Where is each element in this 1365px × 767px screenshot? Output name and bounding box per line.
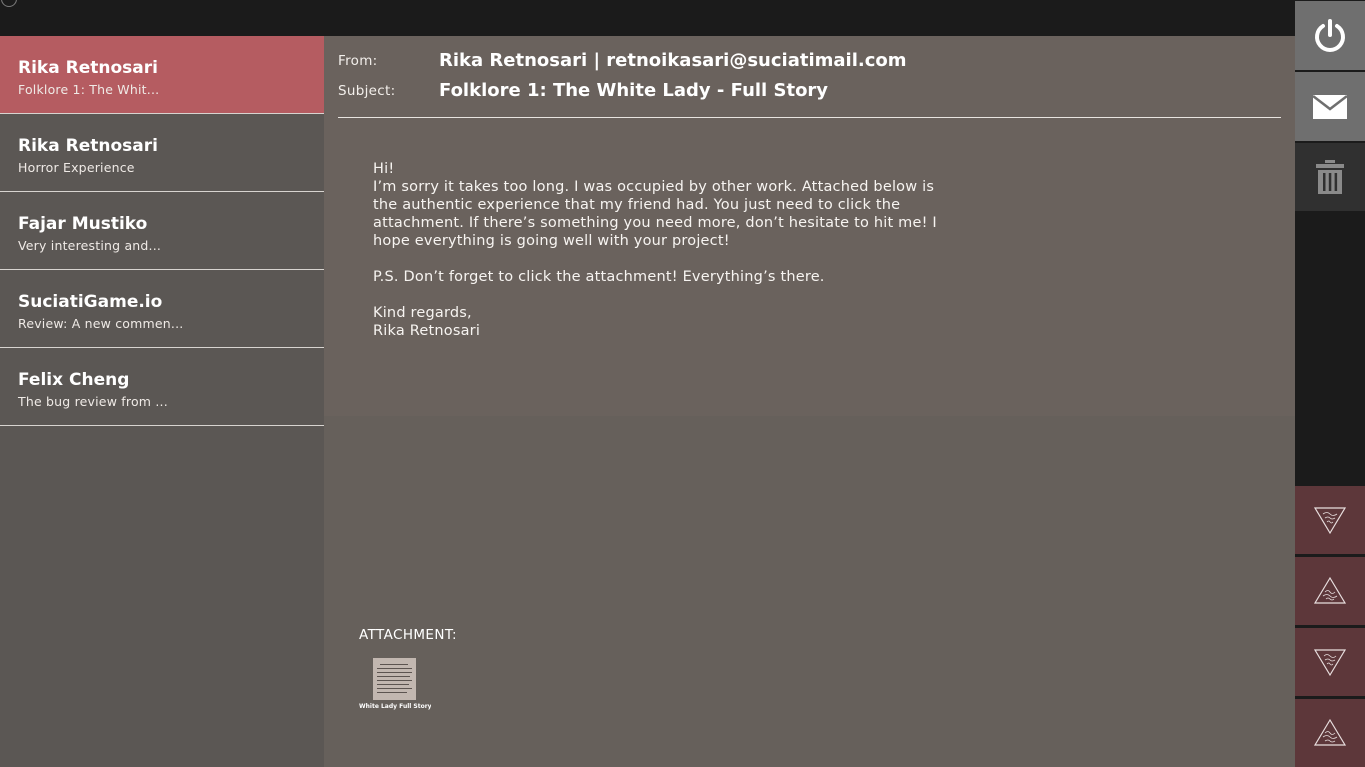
power-button[interactable] — [1295, 1, 1365, 70]
header-divider — [338, 117, 1281, 118]
message-panel: From: Rika Retnosari | retnoikasari@suci… — [324, 36, 1295, 416]
inbox-item-preview: Folklore 1: The Whit... — [18, 82, 160, 97]
inbox-item[interactable]: Fajar Mustiko Very interesting and... — [0, 192, 324, 270]
attachment-label: ATTACHMENT: — [359, 627, 457, 643]
inbox-item-preview: Review: A new commen... — [18, 316, 184, 331]
trash-button[interactable] — [1295, 143, 1365, 211]
folklore-triangle-up-icon — [1313, 718, 1347, 746]
from-label: From: — [338, 53, 378, 69]
body-paragraph: I’m sorry it takes too long. I was occup… — [373, 179, 937, 249]
document-thumbnail-icon — [373, 658, 416, 700]
inbox-item-sender: Felix Cheng — [18, 370, 130, 390]
attachment-filename: White Lady Full Story.d — [359, 703, 431, 710]
message-body: Hi! I’m sorry it takes too long. I was o… — [373, 160, 953, 340]
inbox-item[interactable]: SuciatiGame.io Review: A new commen... — [0, 270, 324, 348]
inbox-item-preview: Horror Experience — [18, 160, 135, 175]
power-icon — [1315, 18, 1345, 52]
folklore-button[interactable] — [1295, 628, 1365, 696]
inbox-item-sender: Rika Retnosari — [18, 58, 158, 78]
subject-label: Subject: — [338, 83, 396, 99]
inbox-item-sender: SuciatiGame.io — [18, 292, 163, 312]
folklore-button[interactable] — [1295, 486, 1365, 554]
trash-icon — [1316, 160, 1344, 194]
folklore-button[interactable] — [1295, 699, 1365, 767]
folklore-button[interactable] — [1295, 557, 1365, 625]
envelope-icon — [1312, 94, 1348, 119]
body-signature: Rika Retnosari — [373, 323, 481, 339]
subject-value: Folklore 1: The White Lady - Full Story — [439, 80, 829, 101]
inbox-list: Rika Retnosari Folklore 1: The Whit... R… — [0, 36, 324, 767]
top-bar — [0, 0, 1295, 36]
from-value: Rika Retnosari | retnoikasari@suciatimai… — [439, 50, 907, 71]
folklore-triangle-up-icon — [1313, 576, 1347, 604]
inbox-item-sender: Fajar Mustiko — [18, 214, 148, 234]
folklore-triangle-down-icon — [1313, 649, 1347, 677]
body-greeting: Hi! — [373, 161, 395, 177]
right-toolbar — [1295, 0, 1365, 767]
inbox-item[interactable]: Felix Cheng The bug review from ... — [0, 348, 324, 426]
inbox-item-sender: Rika Retnosari — [18, 136, 158, 156]
inbox-item-preview: Very interesting and... — [18, 238, 162, 253]
status-circle-icon — [1, 0, 17, 7]
message-reader: From: Rika Retnosari | retnoikasari@suci… — [324, 36, 1295, 767]
body-closing: Kind regards, — [373, 305, 472, 321]
folklore-triangle-down-icon — [1313, 507, 1347, 535]
inbox-item[interactable]: Rika Retnosari Horror Experience — [0, 114, 324, 192]
inbox-item-preview: The bug review from ... — [18, 394, 168, 409]
inbox-item[interactable]: Rika Retnosari Folklore 1: The Whit... — [0, 36, 324, 114]
body-ps: P.S. Don’t forget to click the attachmen… — [373, 269, 825, 285]
mail-button[interactable] — [1295, 72, 1365, 141]
